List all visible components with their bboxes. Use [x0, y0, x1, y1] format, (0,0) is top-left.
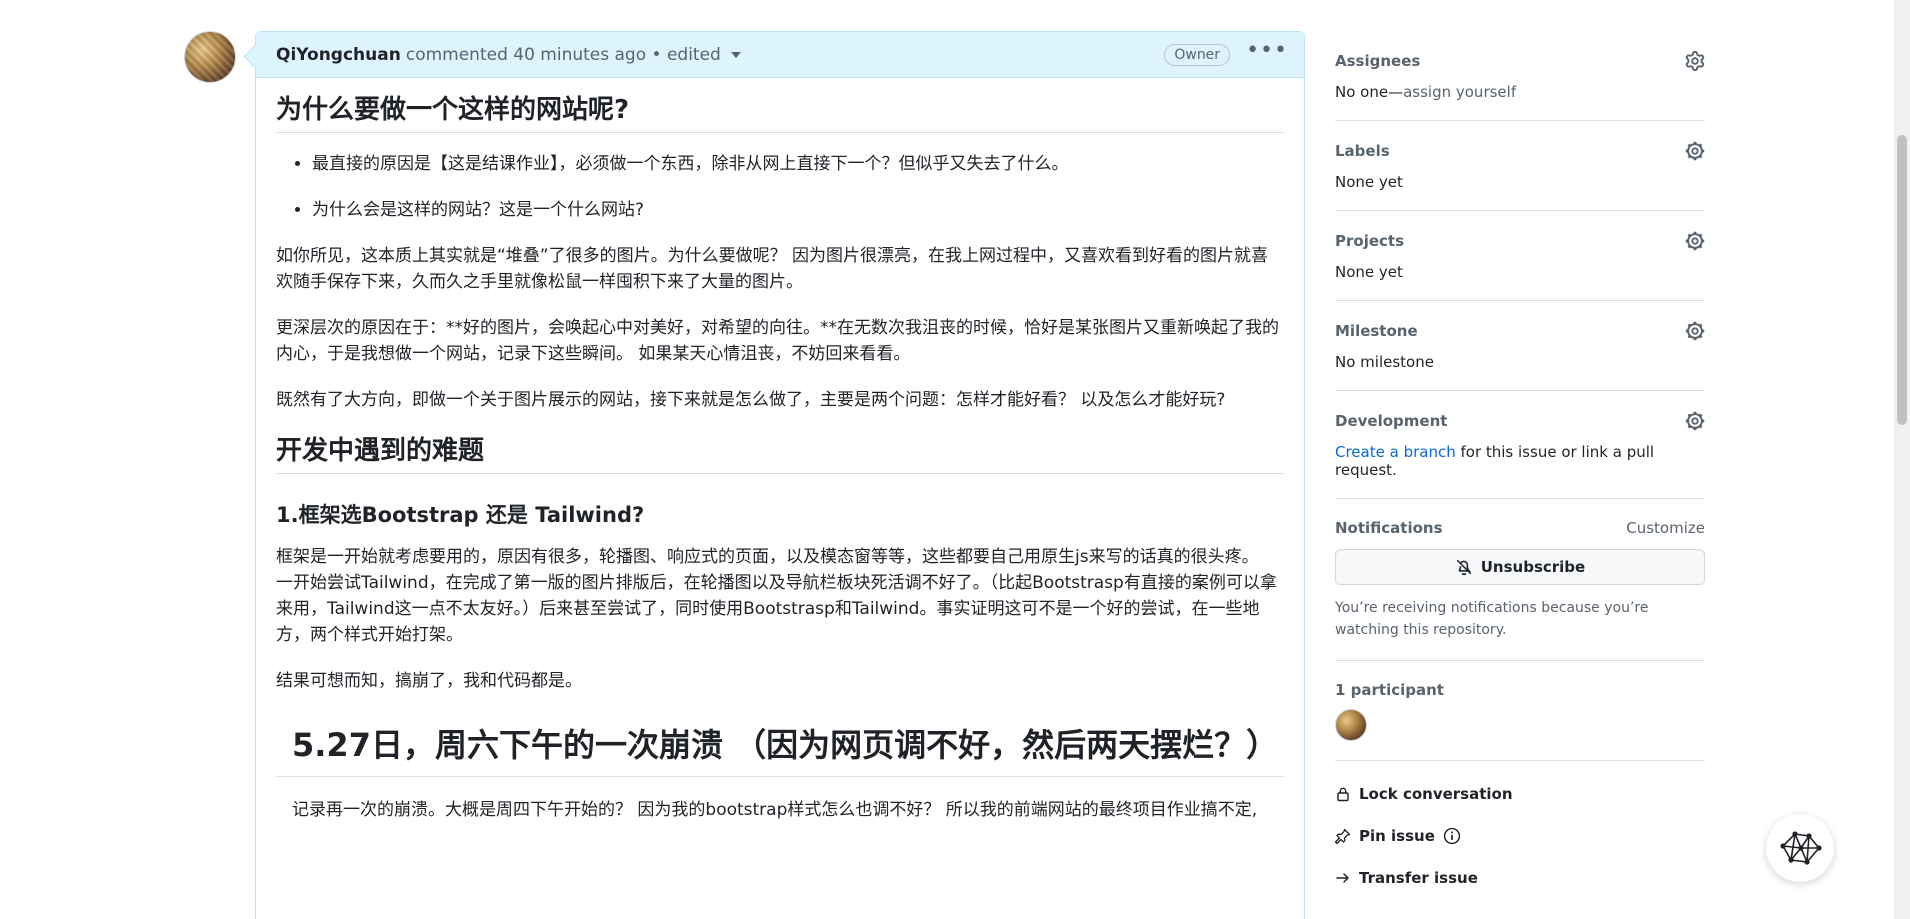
transfer-issue-label: Transfer issue — [1359, 869, 1478, 887]
unsubscribe-label: Unsubscribe — [1480, 558, 1586, 576]
heading-framework: 1.框架选Bootstrap 还是 Tailwind? — [276, 503, 645, 527]
list-item: 为什么会是这样的网站？这是一个什么网站? — [312, 197, 1284, 223]
owner-badge: Owner — [1164, 43, 1231, 66]
avatar[interactable] — [1335, 709, 1367, 741]
author-avatar[interactable] — [184, 31, 236, 83]
development-label: Development — [1335, 412, 1448, 430]
create-branch-link[interactable]: Create a branch — [1335, 443, 1456, 461]
participants-section: 1 participant — [1335, 661, 1705, 761]
gear-icon[interactable] — [1685, 51, 1705, 71]
pin-issue-button[interactable]: Pin issue — [1335, 823, 1705, 849]
paragraph: 既然有了大方向，即做一个关于图片展示的网站，接下来就是怎么做了，主要是两个问题：… — [276, 390, 1226, 410]
unsubscribe-button[interactable]: Unsubscribe — [1335, 549, 1705, 585]
development-section: Development Create a branch for this iss… — [1335, 391, 1705, 499]
gear-icon[interactable] — [1685, 411, 1705, 431]
comment-header: QiYongchuan commented 40 minutes ago • e… — [256, 32, 1304, 78]
bell-slash-icon — [1456, 559, 1472, 576]
notifications-label: Notifications — [1335, 519, 1443, 537]
labels-label: Labels — [1335, 142, 1390, 160]
network-graph-icon — [1780, 831, 1822, 865]
lock-conversation-button[interactable]: Lock conversation — [1335, 781, 1705, 807]
list-item: 最直接的原因是【这是结课作业】，必须做一个东西，除非从网上直接下一个？但似乎又失… — [312, 151, 1284, 177]
transfer-issue-button[interactable]: Transfer issue — [1335, 865, 1705, 891]
assignees-label: Assignees — [1335, 52, 1421, 70]
scrollbar-thumb[interactable] — [1897, 135, 1907, 425]
customize-link[interactable]: Customize — [1626, 519, 1705, 537]
heading-breakdown: 5.27日，周六下午的一次崩溃 （因为网页调不好，然后两天摆烂？） — [276, 720, 1284, 777]
projects-value: None yet — [1335, 263, 1403, 281]
notifications-section: Notifications Customize Unsubscribe You’… — [1335, 499, 1705, 661]
copilot-floating-button[interactable] — [1766, 814, 1834, 882]
issue-comment: QiYongchuan commented 40 minutes ago • e… — [255, 31, 1305, 919]
reason-list: 最直接的原因是【这是结课作业】，必须做一个东西，除非从网上直接下一个？但似乎又失… — [312, 151, 1284, 223]
author-link[interactable]: QiYongchuan — [276, 45, 401, 65]
lock-conversation-label: Lock conversation — [1359, 785, 1513, 803]
milestone-value: No milestone — [1335, 353, 1434, 371]
pin-issue-label: Pin issue — [1359, 827, 1435, 845]
pin-icon — [1335, 828, 1351, 844]
paragraph: 记录再一次的崩溃。大概是周四下午开始的？ 因为我的bootstrap样式怎么也调… — [292, 800, 1258, 820]
more-options-icon[interactable]: ••• — [1246, 39, 1288, 70]
paragraph: 一开始尝试Tailwind，在完成了第一版的图片排版后，在轮播图以及导航栏板块死… — [276, 573, 1277, 645]
projects-section: Projects None yet — [1335, 211, 1705, 301]
projects-label: Projects — [1335, 232, 1405, 250]
issue-actions: Lock conversation Pin issue Transfer iss… — [1335, 761, 1705, 891]
paragraph: 更深层次的原因在于：**好的图片，会唤起心中对美好，对希望的向往。**在无数次我… — [276, 318, 1279, 364]
gear-icon[interactable] — [1685, 141, 1705, 161]
paragraph: 框架是一开始就考虑要用的，原因有很多，轮播图、响应式的页面，以及模态窗等等，这些… — [276, 547, 1259, 567]
info-icon[interactable] — [1443, 827, 1461, 845]
paragraph: 结果可想而知，搞崩了，我和代码都是。 — [276, 671, 582, 691]
labels-value: None yet — [1335, 173, 1403, 191]
paragraph: 如你所见，这本质上其实就是“堆叠”了很多的图片。为什么要做呢？ 因为图片很漂亮，… — [276, 246, 1269, 292]
assignees-section: Assignees No one—assign yourself — [1335, 31, 1705, 121]
participants-label: 1 participant — [1335, 681, 1444, 699]
gear-icon[interactable] — [1685, 321, 1705, 341]
gear-icon[interactable] — [1685, 231, 1705, 251]
issue-sidebar: Assignees No one—assign yourself Labels … — [1335, 31, 1705, 907]
arrow-right-icon — [1336, 873, 1349, 883]
heading-why: 为什么要做一个这样的网站呢? — [276, 92, 1284, 133]
notification-reason: You’re receiving notifications because y… — [1335, 600, 1649, 638]
comment-body: 为什么要做一个这样的网站呢? 最直接的原因是【这是结课作业】，必须做一个东西，除… — [256, 78, 1304, 823]
edited-dropdown-icon[interactable] — [730, 51, 741, 58]
milestone-section: Milestone No milestone — [1335, 301, 1705, 391]
heading-difficulties: 开发中遇到的难题 — [276, 433, 1284, 474]
lock-icon — [1337, 787, 1349, 802]
milestone-label: Milestone — [1335, 322, 1418, 340]
assign-yourself-link[interactable]: assign yourself — [1403, 83, 1516, 101]
labels-section: Labels None yet — [1335, 121, 1705, 211]
page-scrollbar[interactable] — [1894, 0, 1910, 919]
comment-meta[interactable]: commented 40 minutes ago • edited — [406, 45, 721, 65]
assignees-none-text: No one— — [1335, 83, 1404, 101]
